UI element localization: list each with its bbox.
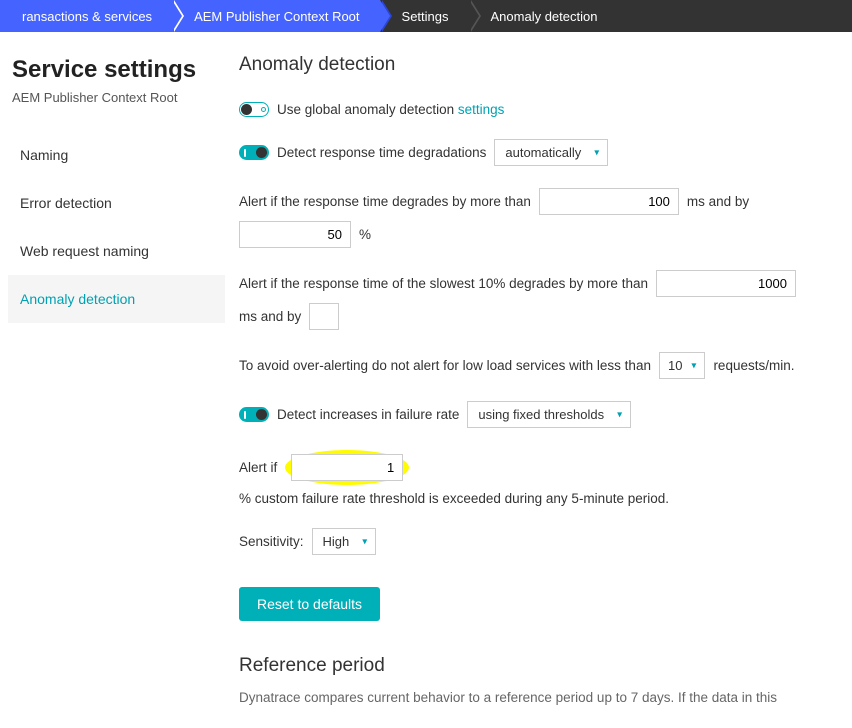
sidebar-item-web-request-naming[interactable]: Web request naming <box>8 227 225 275</box>
detect-rt-label: Detect response time degradations <box>277 145 486 160</box>
detect-fail-label: Detect increases in failure rate <box>277 407 459 422</box>
low-load-text: To avoid over-alerting do not alert for … <box>239 358 651 373</box>
alert-rt-pct-input[interactable] <box>239 221 351 248</box>
page-title: Service settings <box>8 56 225 84</box>
page-subtitle: AEM Publisher Context Root <box>8 90 225 105</box>
global-settings-link[interactable]: settings <box>458 102 505 117</box>
crumb-transactions[interactable]: ransactions & services <box>0 0 172 32</box>
crumb-anomaly[interactable]: Anomaly detection <box>469 0 618 32</box>
alert-rt-ms-input[interactable] <box>539 188 679 215</box>
sidebar-item-anomaly-detection[interactable]: Anomaly detection <box>8 275 225 323</box>
toggle-detect-response-time[interactable] <box>239 145 269 160</box>
low-load-unit: requests/min. <box>713 358 794 373</box>
alert-slow-unit: ms and by <box>239 309 301 324</box>
chevron-down-icon: ▾ <box>362 536 367 547</box>
alert-fail-threshold-input[interactable] <box>291 454 403 481</box>
sensitivity-label: Sensitivity: <box>239 534 304 549</box>
alert-rt-text: Alert if the response time degrades by m… <box>239 194 531 209</box>
alert-slow-text: Alert if the response time of the slowes… <box>239 276 648 291</box>
alert-slow-pct-input[interactable] <box>309 303 339 330</box>
toggle-global-settings[interactable] <box>239 102 269 117</box>
alert-slow-ms-input[interactable] <box>656 270 796 297</box>
sidebar: Service settings AEM Publisher Context R… <box>0 32 225 728</box>
alert-rt-unit1: ms and by <box>687 194 749 209</box>
alert-fail-text1: Alert if <box>239 460 277 475</box>
reset-defaults-button[interactable]: Reset to defaults <box>239 587 380 621</box>
chevron-down-icon: ▾ <box>617 409 622 420</box>
toggle-detect-failure-rate[interactable] <box>239 407 269 422</box>
global-settings-label: Use global anomaly detection settings <box>277 102 504 117</box>
chevron-down-icon: ▾ <box>594 147 599 158</box>
low-load-select[interactable]: 10▾ <box>659 352 705 379</box>
detect-fail-mode-select[interactable]: using fixed thresholds▾ <box>467 401 631 428</box>
sidebar-item-error-detection[interactable]: Error detection <box>8 179 225 227</box>
alert-rt-unit2: % <box>359 227 371 242</box>
reference-period-body: Dynatrace compares current behavior to a… <box>239 689 842 708</box>
content-heading: Anomaly detection <box>239 54 842 76</box>
detect-rt-mode-select[interactable]: automatically▾ <box>494 139 608 166</box>
alert-fail-text2: % custom failure rate threshold is excee… <box>239 491 669 506</box>
chevron-down-icon: ▾ <box>691 360 696 371</box>
crumb-context-root[interactable]: AEM Publisher Context Root <box>172 0 379 32</box>
crumb-settings[interactable]: Settings <box>380 0 469 32</box>
sensitivity-select[interactable]: High▾ <box>312 528 377 555</box>
highlight-marker <box>285 450 409 485</box>
reference-period-heading: Reference period <box>239 655 842 677</box>
main-content: Anomaly detection Use global anomaly det… <box>225 32 852 728</box>
breadcrumb: ransactions & services AEM Publisher Con… <box>0 0 852 32</box>
sidebar-item-naming[interactable]: Naming <box>8 131 225 179</box>
